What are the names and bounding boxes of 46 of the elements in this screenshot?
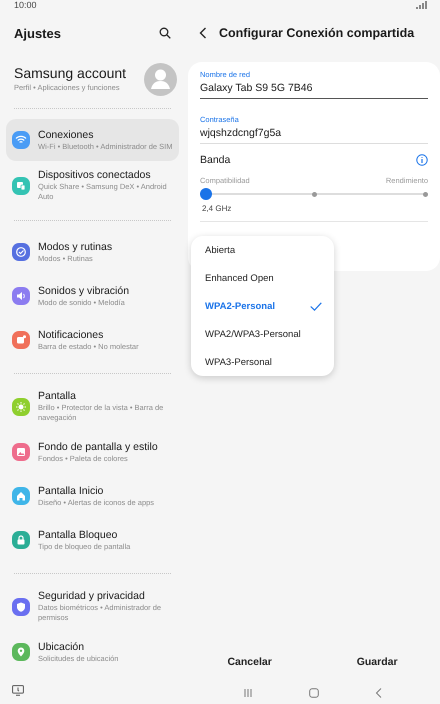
pin-icon (12, 643, 30, 661)
item-title: Pantalla Inicio (38, 484, 104, 496)
search-icon[interactable] (159, 27, 171, 39)
menu-item[interactable]: WPA2-Personal (191, 292, 334, 320)
item-title: Ubicación (38, 640, 86, 652)
band-value: 2,4 GHz (202, 204, 232, 213)
item-title: Pantalla Bloqueo (38, 528, 118, 540)
dialog-button[interactable]: Cancelar (217, 652, 282, 672)
home-icon[interactable] (309, 688, 319, 698)
menu-item[interactable]: WPA2/WPA3-Personal (191, 320, 334, 348)
page-title: Ajustes (14, 26, 61, 40)
dialog-button[interactable]: Guardar (346, 652, 408, 672)
wifi-icon (12, 131, 30, 149)
menu-item[interactable]: WPA3-Personal (191, 348, 334, 376)
back-icon[interactable] (199, 27, 207, 39)
field-value: Galaxy Tab S9 5G 7B46 (200, 82, 314, 94)
check-icon (310, 302, 322, 310)
item-title: Seguridad y privacidad (38, 590, 146, 602)
recents-icon[interactable] (243, 688, 253, 698)
menu-item[interactable]: Abierta (191, 236, 334, 264)
slider-thumb[interactable] (200, 188, 212, 200)
item-title: Fondo de pantalla y estilo (38, 440, 158, 452)
devices-icon (12, 176, 30, 194)
item-title: Modos y rutinas (38, 240, 112, 252)
sound-icon (12, 287, 30, 305)
status-time: 10:00 (14, 0, 37, 10)
item-title: Pantalla (38, 390, 77, 402)
image-icon (12, 443, 30, 461)
menu-item[interactable]: Enhanced Open (191, 264, 334, 292)
account-name[interactable]: Samsung account (14, 65, 126, 81)
band-slider[interactable] (200, 188, 428, 200)
item-title: Notificaciones (38, 328, 104, 340)
sun-icon (12, 398, 30, 416)
item-title: Conexiones (38, 128, 94, 140)
info-icon[interactable] (416, 154, 428, 166)
home-icon (12, 487, 30, 505)
page-title: Configurar Conexión compartida (219, 26, 414, 40)
monitor-icon[interactable] (12, 685, 24, 696)
shield-icon (12, 598, 30, 616)
band-label: Banda (200, 154, 230, 166)
check-icon (12, 243, 30, 261)
item-title: Dispositivos conectados (38, 169, 152, 181)
signal-icon (416, 1, 428, 9)
lock-icon (12, 531, 30, 549)
field-value: wjqshzdcngf7g5a (200, 127, 282, 139)
item-title: Sonidos y vibración (38, 284, 130, 296)
